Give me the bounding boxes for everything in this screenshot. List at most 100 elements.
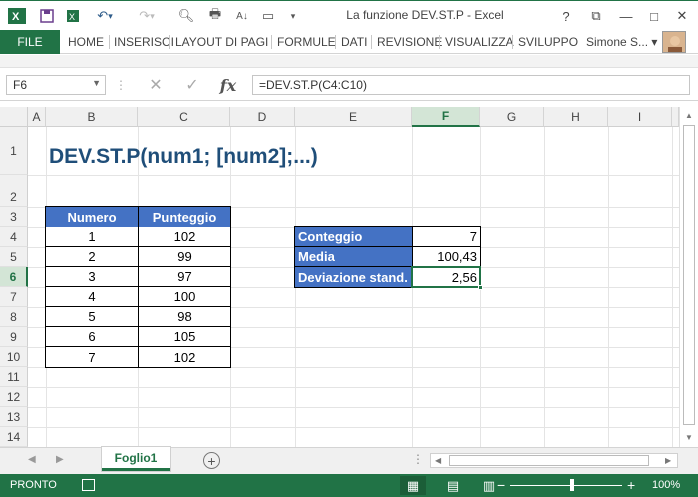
insert-function-icon[interactable]: fx — [214, 74, 242, 96]
tab-formule[interactable]: FORMULE — [277, 30, 336, 54]
zoom-slider[interactable] — [510, 485, 622, 486]
tab-dati[interactable]: DATI — [341, 30, 367, 54]
horizontal-scroll-thumb[interactable] — [449, 455, 649, 466]
column-header-i[interactable]: I — [608, 107, 672, 127]
tab-layout-di-pagina[interactable]: LAYOUT DI PAGI — [175, 30, 268, 54]
name-box[interactable]: F6 ▼ — [6, 75, 106, 95]
zoom-in-button[interactable]: + — [627, 477, 635, 493]
sheet-prev-icon[interactable]: ◀ — [28, 454, 36, 465]
save-icon[interactable] — [36, 5, 58, 27]
column-header-b[interactable]: B — [46, 107, 138, 127]
add-sheet-button[interactable]: + — [203, 452, 220, 469]
open-workbook-icon[interactable]: X — [62, 5, 84, 27]
minimize-button[interactable]: — — [614, 5, 638, 27]
column-header-h[interactable]: H — [544, 107, 608, 127]
macro-record-icon[interactable] — [82, 479, 95, 491]
help-button[interactable]: ? — [554, 5, 578, 27]
column-header-g[interactable]: G — [480, 107, 544, 127]
row-header-12[interactable]: 12 — [0, 387, 28, 407]
table-header-numero[interactable]: Numero — [46, 207, 138, 227]
row-header-7[interactable]: 7 — [0, 287, 28, 307]
formula-input[interactable]: =DEV.ST.P(C4:C10) — [252, 75, 690, 95]
zoom-level[interactable]: 100% — [652, 479, 680, 491]
more-options-icon[interactable]: ⋮ — [115, 74, 127, 96]
row-header-8[interactable]: 8 — [0, 307, 28, 327]
normal-view-icon[interactable]: ▦ — [400, 476, 426, 495]
row-header-14[interactable]: 14 — [0, 427, 28, 447]
table-cell[interactable]: 5 — [46, 307, 138, 326]
column-header-e[interactable]: E — [295, 107, 412, 127]
scroll-left-icon[interactable]: ◀ — [435, 456, 441, 465]
stat-label-deviazione[interactable]: Deviazione stand. — [295, 267, 412, 287]
user-account[interactable]: Simone S... ▾ — [586, 30, 657, 54]
horizontal-scrollbar[interactable]: ◀ ▶ — [430, 453, 678, 468]
worksheet-grid[interactable]: A B C D E F G H I 1 2 3 4 5 6 7 8 9 10 1… — [0, 107, 679, 447]
zoom-slider-handle[interactable] — [570, 479, 574, 491]
table-cell[interactable]: 2 — [46, 247, 138, 266]
column-header-a[interactable]: A — [28, 107, 46, 127]
page-layout-view-icon[interactable]: ▤ — [440, 476, 466, 495]
table-header-punteggio[interactable]: Punteggio — [139, 207, 230, 227]
table-cell[interactable]: 6 — [46, 327, 138, 346]
table-cell[interactable]: 4 — [46, 287, 138, 306]
row-header-10[interactable]: 10 — [0, 347, 28, 367]
print-icon[interactable]: 🖶︎ — [204, 5, 226, 27]
table-cell[interactable]: 100 — [139, 287, 230, 306]
stat-value-media[interactable]: 100,43 — [413, 247, 480, 266]
row-header-4[interactable]: 4 — [0, 227, 28, 247]
column-header-d[interactable]: D — [230, 107, 295, 127]
sheet-next-icon[interactable]: ▶ — [56, 454, 64, 465]
sheet-tab-foglio1[interactable]: Foglio1 — [102, 447, 170, 471]
table-cell[interactable]: 102 — [139, 227, 230, 246]
row-header-13[interactable]: 13 — [0, 407, 28, 427]
column-header-f[interactable]: F — [412, 107, 480, 127]
vertical-scrollbar[interactable]: ▲ ▼ — [679, 107, 698, 447]
zoom-out-button[interactable]: − — [497, 477, 505, 493]
close-button[interactable]: ✕ — [670, 5, 694, 27]
cancel-icon[interactable]: ✕ — [144, 74, 168, 96]
sheet-title[interactable]: DEV.ST.P(num1; [num2];...) — [49, 145, 318, 169]
table-cell[interactable]: 99 — [139, 247, 230, 266]
row-header-3[interactable]: 3 — [0, 207, 28, 227]
ribbon-display-options-icon[interactable]: ⧉ — [584, 5, 608, 27]
stat-label-conteggio[interactable]: Conteggio — [295, 227, 412, 246]
row-header-2[interactable]: 2 — [0, 175, 28, 207]
row-header-11[interactable]: 11 — [0, 367, 28, 387]
avatar[interactable] — [662, 31, 686, 53]
tab-inserisci[interactable]: INSERISCI — [114, 30, 174, 54]
select-all-corner[interactable] — [0, 107, 28, 127]
maximize-button[interactable]: □ — [642, 5, 666, 27]
customize-qat-icon[interactable]: ▾ — [286, 5, 300, 27]
table-cell[interactable]: 102 — [139, 347, 230, 367]
table-cell[interactable]: 105 — [139, 327, 230, 346]
column-header-c[interactable]: C — [138, 107, 230, 127]
undo-icon[interactable]: ↶ ▾ — [92, 5, 118, 27]
table-cell[interactable]: 3 — [46, 267, 138, 286]
enter-icon[interactable]: ✓ — [180, 74, 204, 96]
tab-file[interactable]: FILE — [0, 30, 60, 54]
stat-value-conteggio[interactable]: 7 — [413, 227, 480, 246]
scroll-down-icon[interactable]: ▼ — [685, 433, 693, 442]
row-header-1[interactable]: 1 — [0, 127, 28, 175]
row-header-9[interactable]: 9 — [0, 327, 28, 347]
redo-icon[interactable]: ↷ ▾ — [134, 5, 160, 27]
print-preview-icon[interactable]: 🔍︎ — [176, 5, 196, 27]
vertical-scroll-thumb[interactable] — [683, 125, 695, 425]
shapes-icon[interactable]: ▭ — [258, 5, 278, 27]
more-sheets-icon[interactable]: ⋮ — [412, 452, 424, 466]
tab-sviluppo[interactable]: SVILUPPO — [518, 30, 578, 54]
table-cell[interactable]: 97 — [139, 267, 230, 286]
scroll-up-icon[interactable]: ▲ — [685, 111, 693, 120]
tab-visualizza[interactable]: VISUALIZZA — [445, 30, 514, 54]
tab-home[interactable]: HOME — [68, 30, 104, 54]
tab-revisione[interactable]: REVISIONE — [377, 30, 442, 54]
sort-icon[interactable]: A↓ — [232, 5, 252, 27]
table-cell[interactable]: 7 — [46, 347, 138, 367]
row-header-6[interactable]: 6 — [0, 267, 28, 287]
scroll-right-icon[interactable]: ▶ — [665, 456, 671, 465]
fill-handle[interactable] — [478, 285, 483, 290]
table-cell[interactable]: 98 — [139, 307, 230, 326]
stat-label-media[interactable]: Media — [295, 247, 412, 266]
chevron-down-icon[interactable]: ▼ — [92, 78, 101, 88]
table-cell[interactable]: 1 — [46, 227, 138, 246]
